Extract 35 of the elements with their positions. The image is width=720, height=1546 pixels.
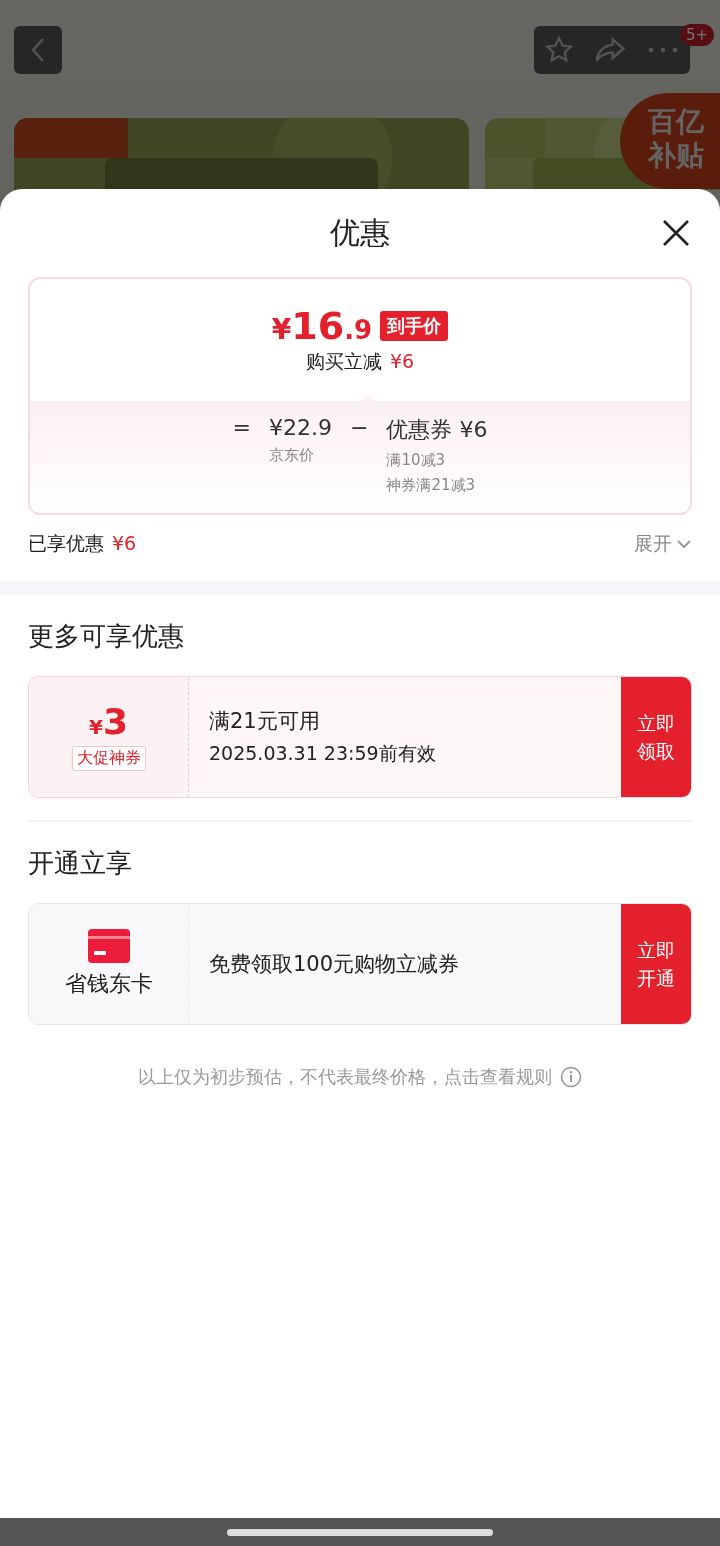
disclaimer-text: 以上仅为初步预估，不代表最终价格，点击查看规则 (138, 1065, 552, 1089)
offer-description: 免费领取100元购物立减券 (209, 951, 461, 978)
section-heading: 开通立享 (28, 847, 133, 880)
subsidy-badge: 百亿补贴 (620, 93, 720, 189)
sheet-title: 优惠 (330, 213, 390, 252)
info-icon[interactable] (560, 1066, 582, 1088)
equals-sign: = (232, 415, 251, 442)
chevron-left-icon (30, 37, 46, 63)
coupon-condition: 满21元可用 (209, 708, 321, 735)
activate-button[interactable]: 立即开通 (621, 904, 691, 1024)
expand-toggle[interactable]: 展开 (634, 531, 692, 557)
claim-button[interactable]: 立即领取 (621, 677, 691, 797)
base-price-label: 京东价 (269, 446, 315, 465)
section-heading: 更多可享优惠 (28, 620, 185, 653)
home-indicator[interactable] (227, 1528, 493, 1536)
coupon-title: 优惠券 ¥6 (386, 416, 488, 444)
coupon-amount: ¥3 (89, 703, 128, 740)
base-price: ¥22.9 (269, 415, 332, 440)
close-icon[interactable] (662, 219, 690, 247)
coupon-tag: 大促神券 (71, 745, 146, 771)
coupon-rule: 满10减3 (386, 451, 447, 470)
back-button[interactable] (14, 26, 62, 74)
card-icon (87, 929, 130, 963)
instant-saving: 购买立减 ¥6 (305, 349, 415, 374)
star-icon[interactable] (544, 35, 574, 65)
notification-badge: 5+ (679, 24, 714, 46)
price-tag: 到手价 (380, 311, 449, 341)
chevron-down-icon (676, 539, 692, 549)
card-name: 省钱东卡 (64, 970, 153, 998)
enjoyed-discount: 已享优惠 ¥6 (28, 531, 137, 556)
coupon-validity: 2025.03.31 23:59前有效 (209, 741, 437, 766)
final-price: ¥16.9 (271, 307, 373, 345)
coupon-rule: 神券满21减3 (386, 476, 477, 495)
more-icon[interactable] (646, 45, 680, 55)
minus-sign: − (350, 415, 369, 442)
